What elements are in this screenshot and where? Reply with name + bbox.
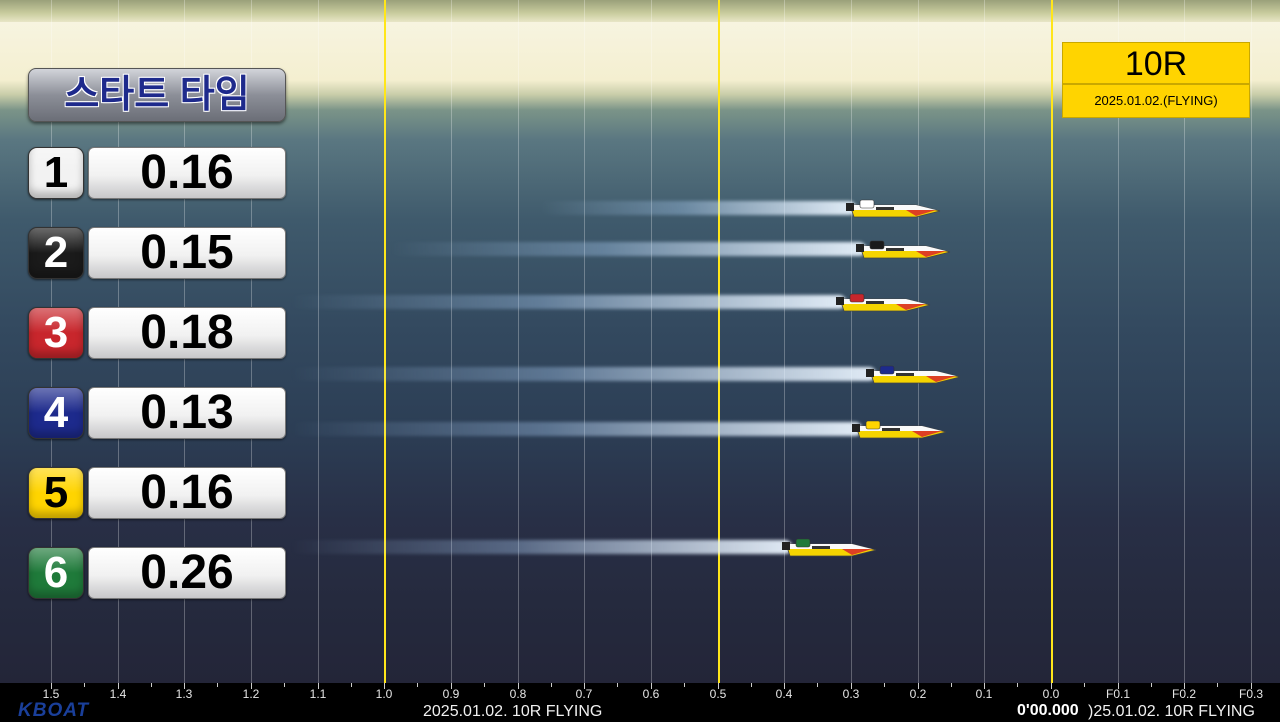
axis-tick-label: 0.0 [1042, 687, 1060, 701]
race-date-label: 2025.01.02.(FLYING) [1062, 84, 1250, 118]
grid-line [518, 0, 519, 683]
page-title: 스타트 타임 [64, 74, 250, 116]
axis-tick-label: 1.0 [375, 687, 393, 701]
axis-tick-label: 1.3 [175, 687, 193, 701]
elapsed-timer: 0'00.000 [1017, 702, 1079, 719]
lane-row: 4 0.13 [28, 387, 286, 439]
axis-minor-tick [751, 683, 752, 687]
axis-tick-label: 0.5 [709, 687, 727, 701]
axis-tick-label: 1.5 [42, 687, 60, 701]
grid-line [784, 0, 785, 683]
axis-minor-tick [951, 683, 952, 687]
axis-minor-tick [417, 683, 418, 687]
lane-row: 6 0.26 [28, 547, 286, 599]
axis-minor-tick [84, 683, 85, 687]
axis-minor-tick [1084, 683, 1085, 687]
boat-wake [290, 295, 846, 309]
lane-row: 1 0.16 [28, 147, 286, 199]
race-caption-right: )25.01.02. 10R FLYING [1088, 703, 1255, 720]
start-time-title-badge: 스타트 타임 [28, 68, 286, 122]
axis-tick-label: 0.2 [909, 687, 927, 701]
race-number: 10R [1062, 42, 1250, 84]
grid-line [384, 0, 386, 683]
axis-tick-label: 0.6 [642, 687, 660, 701]
lane-number-badge: 3 [28, 307, 84, 359]
axis-tick-label: 0.3 [842, 687, 860, 701]
axis-minor-tick [1017, 683, 1018, 687]
axis-minor-tick [284, 683, 285, 687]
axis-tick-label: 0.1 [975, 687, 993, 701]
axis-tick-label: 0.7 [575, 687, 593, 701]
axis-tick-label: 1.2 [242, 687, 260, 701]
race-boat [836, 291, 932, 313]
race-caption: 2025.01.02. 10R FLYING [423, 703, 603, 720]
axis-tick-label: 0.4 [775, 687, 793, 701]
start-time-value: 0.18 [88, 307, 286, 359]
lane-number-badge: 2 [28, 227, 84, 279]
grid-line [651, 0, 652, 683]
start-time-value: 0.15 [88, 227, 286, 279]
grid-line [318, 0, 319, 683]
lane-number-badge: 1 [28, 147, 84, 199]
boat-wake [290, 422, 862, 436]
kboat-logo: KBOAT [18, 700, 90, 721]
race-boat [856, 238, 952, 260]
grid-line [584, 0, 585, 683]
start-time-value: 0.16 [88, 147, 286, 199]
lane-number-badge: 5 [28, 467, 84, 519]
axis-tick-label: 0.9 [442, 687, 460, 701]
start-time-value: 0.16 [88, 467, 286, 519]
axis-minor-tick [684, 683, 685, 687]
lane-row: 5 0.16 [28, 467, 286, 519]
boat-wake [290, 367, 876, 381]
grid-line [984, 0, 985, 683]
axis-minor-tick [351, 683, 352, 687]
start-time-value: 0.26 [88, 547, 286, 599]
axis-minor-tick [1217, 683, 1218, 687]
race-boat [852, 418, 948, 440]
race-info-badge: 10R 2025.01.02.(FLYING) [1062, 42, 1250, 118]
boat-wake [290, 540, 792, 554]
axis-tick-label: 1.4 [109, 687, 127, 701]
axis-minor-tick [484, 683, 485, 687]
boat-wake [390, 242, 866, 256]
axis-tick-label: 0.8 [509, 687, 527, 701]
grid-line [718, 0, 720, 683]
axis-minor-tick [817, 683, 818, 687]
lane-row: 3 0.18 [28, 307, 286, 359]
start-time-value: 0.13 [88, 387, 286, 439]
axis-minor-tick [551, 683, 552, 687]
race-boat [866, 363, 962, 385]
race-boat [846, 197, 942, 219]
axis-minor-tick [884, 683, 885, 687]
axis-tick-label: F0.2 [1171, 687, 1196, 701]
shoreline-strip [0, 0, 1280, 22]
axis-minor-tick [217, 683, 218, 687]
axis-tick-label: F0.1 [1105, 687, 1130, 701]
axis-tick-label: 1.1 [309, 687, 327, 701]
grid-line [451, 0, 452, 683]
timing-axis-bar: 1.5 1.4 1.3 1.2 1.1 1.0 0.9 0.8 0.7 0.6 0.5 0.4 0.3 0… [0, 683, 1280, 721]
lane-number-badge: 6 [28, 547, 84, 599]
axis-minor-tick [151, 683, 152, 687]
axis-tick-label: F0.3 [1238, 687, 1263, 701]
lane-row: 2 0.15 [28, 227, 286, 279]
grid-line [918, 0, 919, 683]
grid-line [1251, 0, 1252, 683]
race-boat [782, 536, 878, 558]
grid-line [851, 0, 852, 683]
boat-wake [540, 201, 856, 215]
lane-number-badge: 4 [28, 387, 84, 439]
grid-line [1051, 0, 1053, 683]
axis-minor-tick [617, 683, 618, 687]
axis-minor-tick [1151, 683, 1152, 687]
